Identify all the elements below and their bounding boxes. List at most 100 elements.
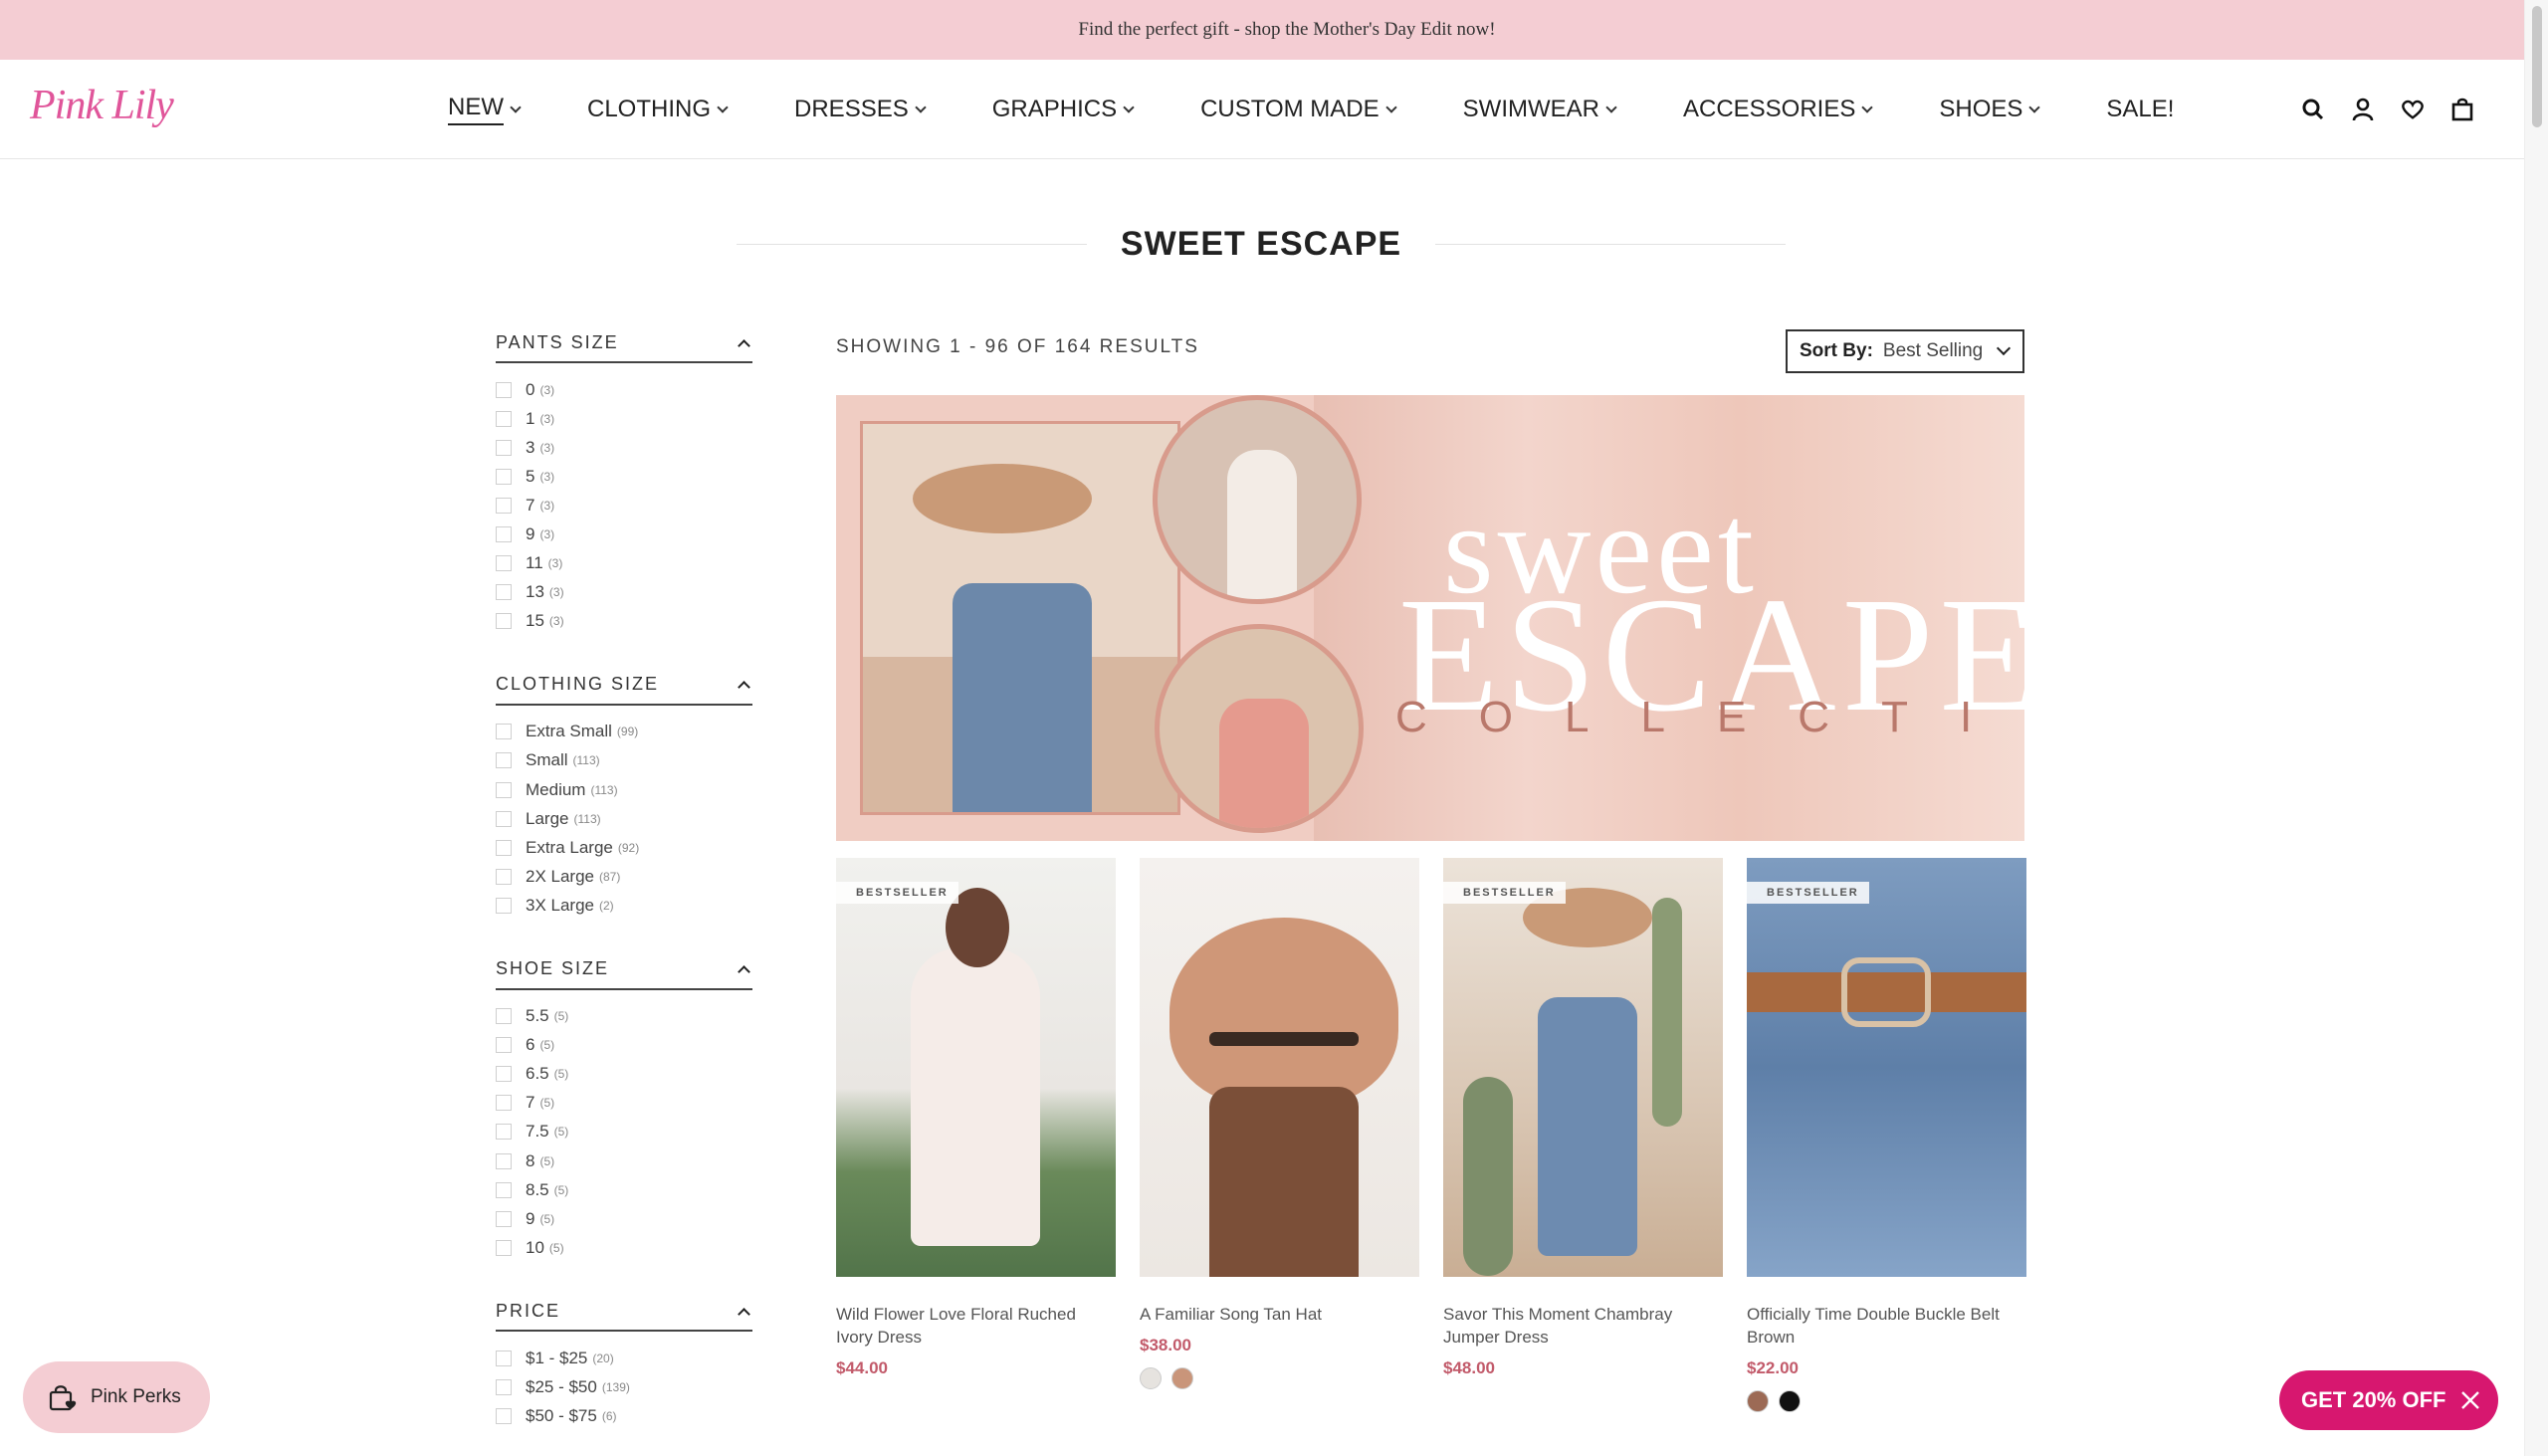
filter-option[interactable]: 9 (5): [496, 1204, 752, 1233]
account-icon[interactable]: [2351, 96, 2375, 123]
product-card[interactable]: BESTSELLER Savor This Moment Chambray Jum…: [1443, 858, 1723, 1412]
filter-checkbox[interactable]: [496, 555, 512, 572]
product-image[interactable]: BESTSELLER: [836, 858, 1116, 1277]
filter-option[interactable]: 8 (5): [496, 1146, 752, 1175]
filter-header[interactable]: CLOTHING SIZE: [496, 666, 752, 706]
filter-checkbox[interactable]: [496, 381, 512, 398]
nav-item-sale[interactable]: SALE!: [2106, 90, 2174, 129]
filter-checkbox[interactable]: [496, 1210, 512, 1227]
filter-checkbox[interactable]: [496, 1181, 512, 1198]
sort-dropdown[interactable]: Sort By: Best Selling: [1786, 329, 2024, 373]
filter-option[interactable]: 7.5 (5): [496, 1118, 752, 1146]
color-swatch[interactable]: [1140, 1367, 1162, 1389]
product-name[interactable]: Savor This Moment Chambray Jumper Dress: [1443, 1303, 1723, 1349]
product-name[interactable]: Wild Flower Love Floral Ruched Ivory Dre…: [836, 1303, 1116, 1349]
filter-option[interactable]: 2X Large (87): [496, 862, 752, 891]
filter-checkbox[interactable]: [496, 526, 512, 543]
cart-bag-icon[interactable]: [2450, 96, 2474, 123]
nav-item-clothing[interactable]: CLOTHING: [587, 90, 729, 129]
color-swatch[interactable]: [1171, 1367, 1193, 1389]
filter-checkbox[interactable]: [496, 468, 512, 485]
filter-checkbox[interactable]: [496, 1095, 512, 1112]
filter-checkbox[interactable]: [496, 781, 512, 798]
filter-checkbox[interactable]: [496, 410, 512, 427]
filter-option[interactable]: 3 (3): [496, 433, 752, 462]
product-name[interactable]: Officially Time Double Buckle Belt Brown: [1747, 1303, 2026, 1349]
announcement-text[interactable]: Find the perfect gift - shop the Mother'…: [1078, 19, 1495, 41]
color-swatch[interactable]: [1747, 1390, 1769, 1412]
filter-checkbox[interactable]: [496, 868, 512, 885]
product-card[interactable]: BESTSELLER Officially Time Double Buckle …: [1747, 858, 2026, 1412]
filter-checkbox[interactable]: [496, 613, 512, 630]
product-image[interactable]: BESTSELLER: [1747, 858, 2026, 1277]
filter-option[interactable]: 1 (3): [496, 404, 752, 433]
filter-option[interactable]: 5.5 (5): [496, 1002, 752, 1031]
nav-item-custom-made[interactable]: CUSTOM MADE: [1200, 90, 1397, 129]
filter-checkbox[interactable]: [496, 1008, 512, 1025]
filter-option[interactable]: Extra Small (99): [496, 718, 752, 746]
filter-option[interactable]: 6.5 (5): [496, 1060, 752, 1089]
filter-option[interactable]: $1 - $25 (20): [496, 1344, 752, 1372]
filter-option[interactable]: 5 (3): [496, 462, 752, 491]
nav-item-accessories[interactable]: ACCESSORIES: [1683, 90, 1874, 129]
filter-option[interactable]: 13 (3): [496, 578, 752, 607]
filter-option[interactable]: 15 (3): [496, 607, 752, 636]
filter-option[interactable]: 7 (5): [496, 1089, 752, 1118]
filter-checkbox[interactable]: [496, 497, 512, 514]
filter-header[interactable]: SHOE SIZE: [496, 950, 752, 990]
filter-option[interactable]: 7 (3): [496, 491, 752, 520]
filter-checkbox[interactable]: [496, 1124, 512, 1141]
filter-checkbox[interactable]: [496, 839, 512, 856]
product-image[interactable]: BESTSELLER: [1443, 858, 1723, 1277]
filter-option[interactable]: 6 (5): [496, 1031, 752, 1060]
search-icon[interactable]: [2301, 96, 2325, 123]
brand-logo[interactable]: Pink Lily: [30, 82, 174, 129]
product-image[interactable]: [1140, 858, 1419, 1277]
nav-item-swimwear[interactable]: SWIMWEAR: [1463, 90, 1617, 129]
filter-option[interactable]: Extra Large (92): [496, 833, 752, 862]
pink-perks-button[interactable]: Pink Perks: [23, 1361, 210, 1433]
filter-header[interactable]: PANTS SIZE: [496, 323, 752, 363]
filter-option[interactable]: $25 - $50 (139): [496, 1372, 752, 1401]
close-icon[interactable]: [2460, 1390, 2480, 1410]
filter-checkbox[interactable]: [496, 1152, 512, 1169]
nav-item-new[interactable]: NEW: [448, 90, 522, 129]
chevron-up-icon[interactable]: [738, 965, 750, 978]
filter-option[interactable]: 11 (3): [496, 549, 752, 578]
filter-checkbox[interactable]: [496, 1037, 512, 1054]
chevron-up-icon[interactable]: [738, 338, 750, 352]
wishlist-heart-icon[interactable]: [2401, 96, 2425, 123]
filter-option[interactable]: 8.5 (5): [496, 1175, 752, 1204]
announcement-bar[interactable]: Find the perfect gift - shop the Mother'…: [0, 0, 2524, 60]
filter-checkbox[interactable]: [496, 897, 512, 914]
filter-checkbox[interactable]: [496, 584, 512, 601]
nav-item-dresses[interactable]: DRESSES: [794, 90, 927, 129]
scrollbar-thumb[interactable]: [2532, 6, 2542, 127]
page-scrollbar[interactable]: [2524, 0, 2548, 1456]
filter-option[interactable]: 3X Large (2): [496, 891, 752, 920]
filter-option[interactable]: Large (113): [496, 804, 752, 833]
filter-checkbox[interactable]: [496, 439, 512, 456]
filter-checkbox[interactable]: [496, 724, 512, 740]
chevron-up-icon[interactable]: [738, 681, 750, 695]
filter-checkbox[interactable]: [496, 1066, 512, 1083]
filter-option[interactable]: Small (113): [496, 746, 752, 775]
promo-discount-button[interactable]: GET 20% OFF: [2279, 1370, 2498, 1430]
filter-option[interactable]: $50 - $75 (6): [496, 1402, 752, 1431]
product-name[interactable]: A Familiar Song Tan Hat: [1140, 1303, 1419, 1326]
filter-checkbox[interactable]: [496, 752, 512, 769]
filter-checkbox[interactable]: [496, 1239, 512, 1256]
nav-item-shoes[interactable]: SHOES: [1939, 90, 2041, 129]
product-card[interactable]: BESTSELLER Wild Flower Love Floral Ruched…: [836, 858, 1116, 1412]
filter-checkbox[interactable]: [496, 810, 512, 827]
color-swatch[interactable]: [1779, 1390, 1801, 1412]
filter-checkbox[interactable]: [496, 1350, 512, 1366]
nav-item-graphics[interactable]: GRAPHICS: [992, 90, 1135, 129]
filter-checkbox[interactable]: [496, 1408, 512, 1425]
collection-banner[interactable]: sweet ESCAPE COLLECTION: [836, 395, 2024, 841]
product-card[interactable]: A Familiar Song Tan Hat $38.00: [1140, 858, 1419, 1412]
filter-option[interactable]: 9 (3): [496, 520, 752, 548]
filter-header[interactable]: PRICE: [496, 1292, 752, 1333]
filter-checkbox[interactable]: [496, 1378, 512, 1395]
filter-option[interactable]: 10 (5): [496, 1233, 752, 1262]
